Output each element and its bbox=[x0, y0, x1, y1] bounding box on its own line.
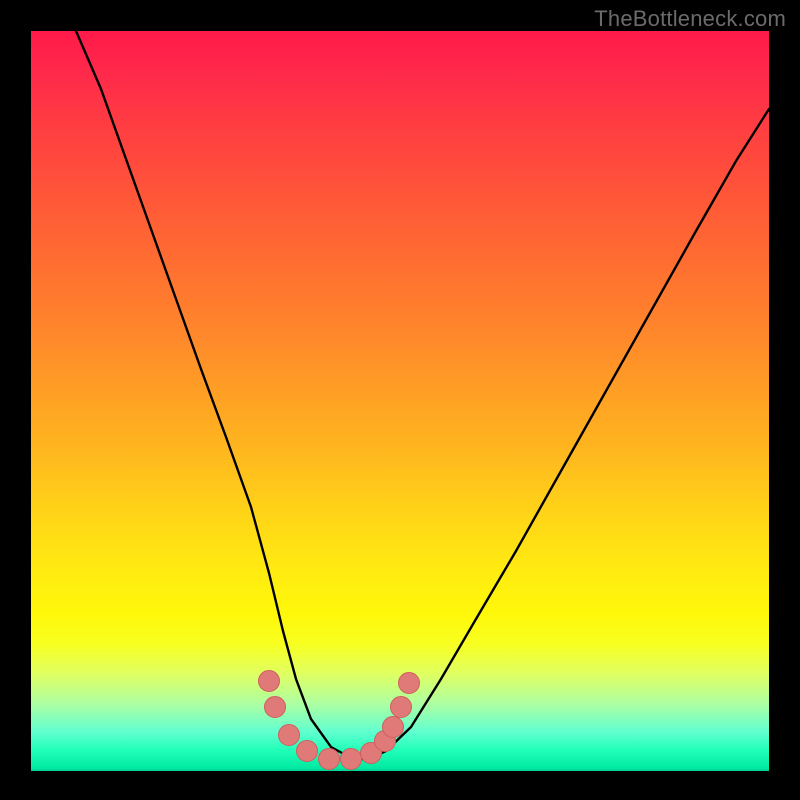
curve-marker bbox=[383, 717, 404, 738]
curve-marker bbox=[265, 697, 286, 718]
curve-marker bbox=[391, 697, 412, 718]
curve-marker bbox=[279, 725, 300, 746]
axis-baseline bbox=[31, 769, 769, 771]
bottleneck-curve bbox=[31, 31, 769, 769]
curve-marker bbox=[341, 749, 362, 770]
curve-marker bbox=[259, 671, 280, 692]
curve-marker bbox=[297, 741, 318, 762]
curve-marker bbox=[319, 749, 340, 770]
curve-marker bbox=[399, 673, 420, 694]
watermark-label: TheBottleneck.com bbox=[594, 6, 786, 32]
chart-frame: TheBottleneck.com bbox=[0, 0, 800, 800]
